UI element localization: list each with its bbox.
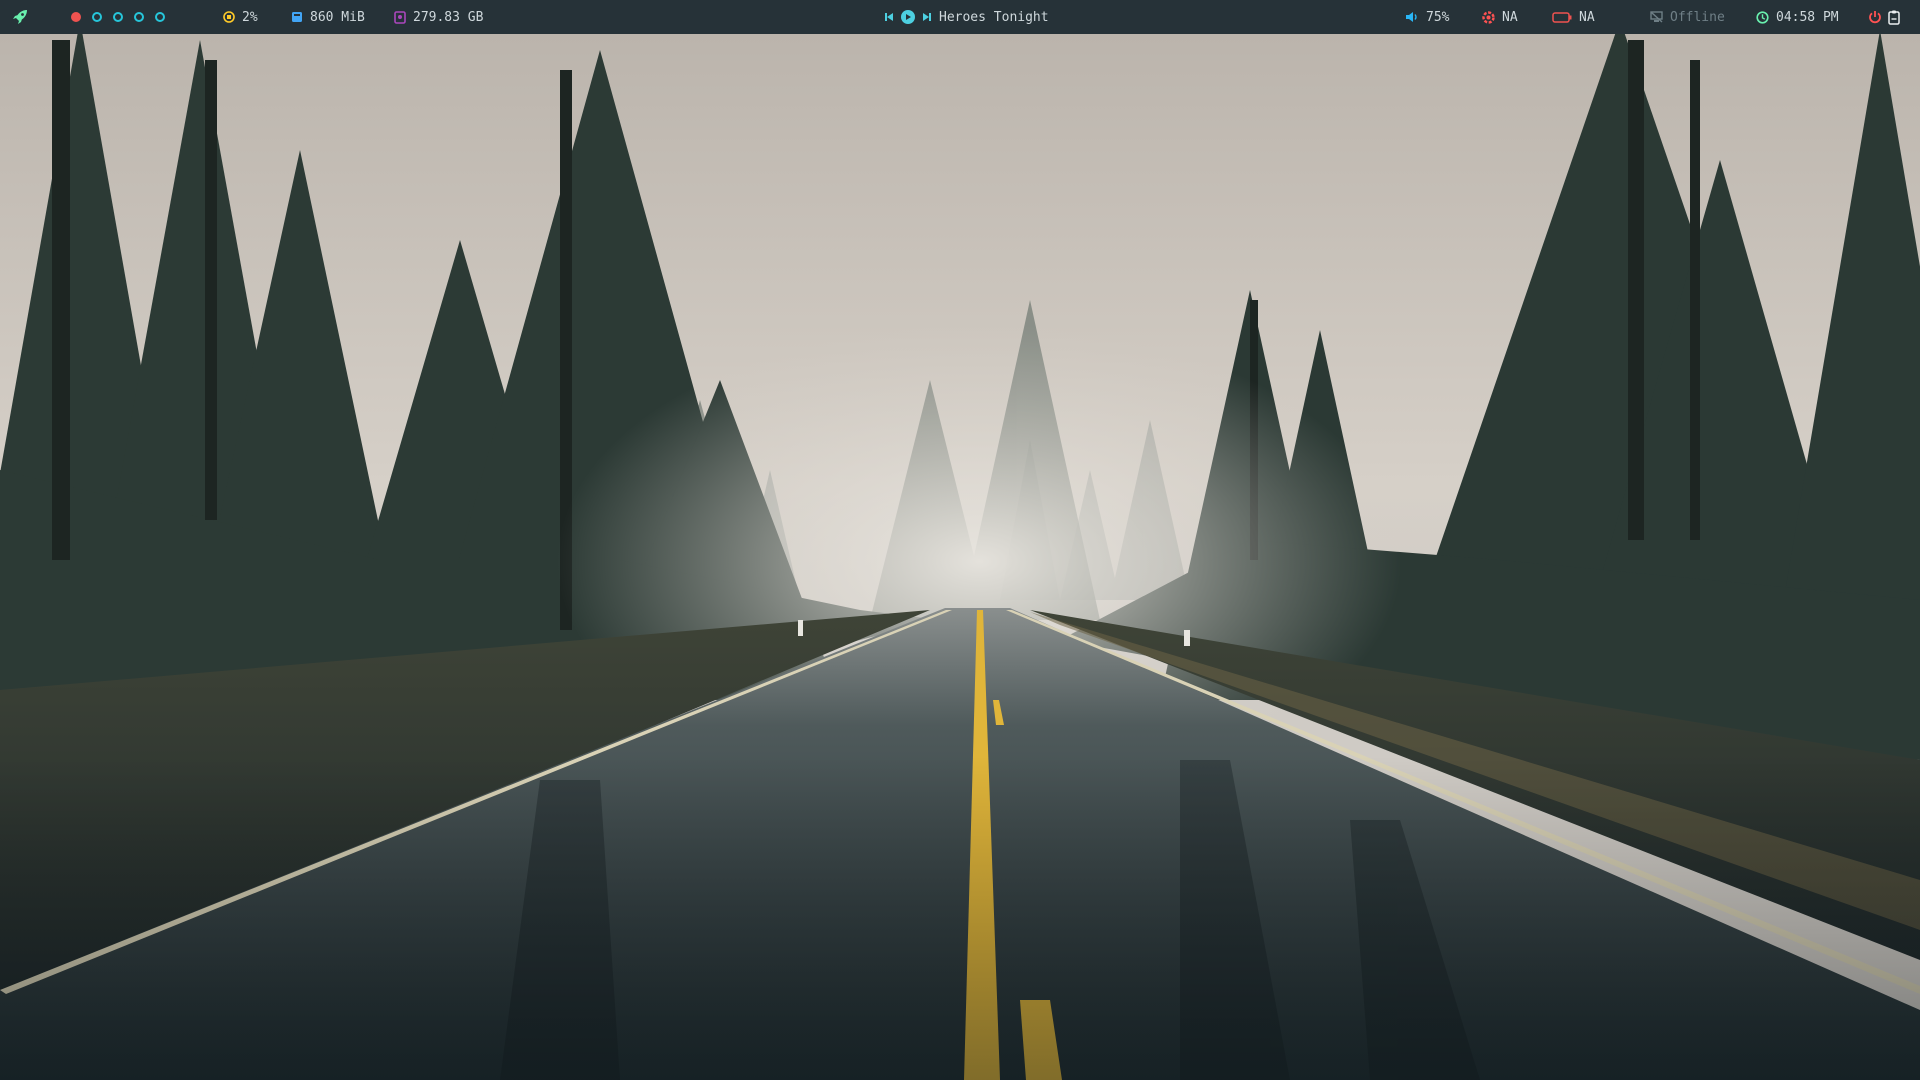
launcher-button[interactable] [12,0,28,34]
power-icon [1868,10,1882,24]
workspace-4-indicator[interactable] [134,12,144,22]
temperature-value: NA [1502,9,1518,25]
battery-module[interactable]: NA [1552,0,1595,34]
cpu-icon [223,11,235,23]
clock-time: 04:58 PM [1776,9,1839,25]
desktop-wallpaper [0,0,1920,1080]
workspace-1-indicator[interactable] [71,12,81,22]
memory-usage-value: 860 MiB [310,9,365,25]
rocket-icon [12,9,28,25]
clock-icon [1756,10,1769,24]
battery-value: NA [1579,9,1595,25]
skip-next-icon[interactable] [922,12,932,22]
media-player-module: Heroes Tonight [884,0,1049,34]
workspace-switcher [71,0,165,34]
clock-module[interactable]: 04:58 PM [1756,0,1839,34]
volume-level: 75% [1426,9,1450,25]
power-menu-button[interactable] [1868,0,1882,34]
clipboard-button[interactable] [1888,0,1900,34]
cpu-usage-value: 2% [242,9,258,25]
workspace-2-indicator[interactable] [92,12,102,22]
filesystem-module[interactable]: 279.83 GB [394,0,483,34]
now-playing-title: Heroes Tonight [939,9,1049,25]
clipboard-icon [1888,10,1900,25]
volume-module[interactable]: 75% [1405,0,1449,34]
cpu-module[interactable]: 2% [223,0,258,34]
battery-icon [1552,11,1572,23]
disk-icon [394,10,406,24]
play-circle-icon[interactable] [901,10,915,24]
network-offline-icon [1650,11,1663,23]
volume-icon [1405,11,1419,23]
memory-icon [291,11,303,23]
top-status-bar: 2% 860 MiB 279.83 GB Heroes Tonight 75% … [0,0,1920,34]
skip-previous-icon[interactable] [884,12,894,22]
temperature-module[interactable]: NA [1482,0,1518,34]
workspace-5-indicator[interactable] [155,12,165,22]
memory-module[interactable]: 860 MiB [291,0,365,34]
disk-free-value: 279.83 GB [413,9,484,25]
network-status: Offline [1670,9,1725,25]
network-module[interactable]: Offline [1650,0,1725,34]
workspace-3-indicator[interactable] [113,12,123,22]
temperature-icon [1482,10,1495,24]
